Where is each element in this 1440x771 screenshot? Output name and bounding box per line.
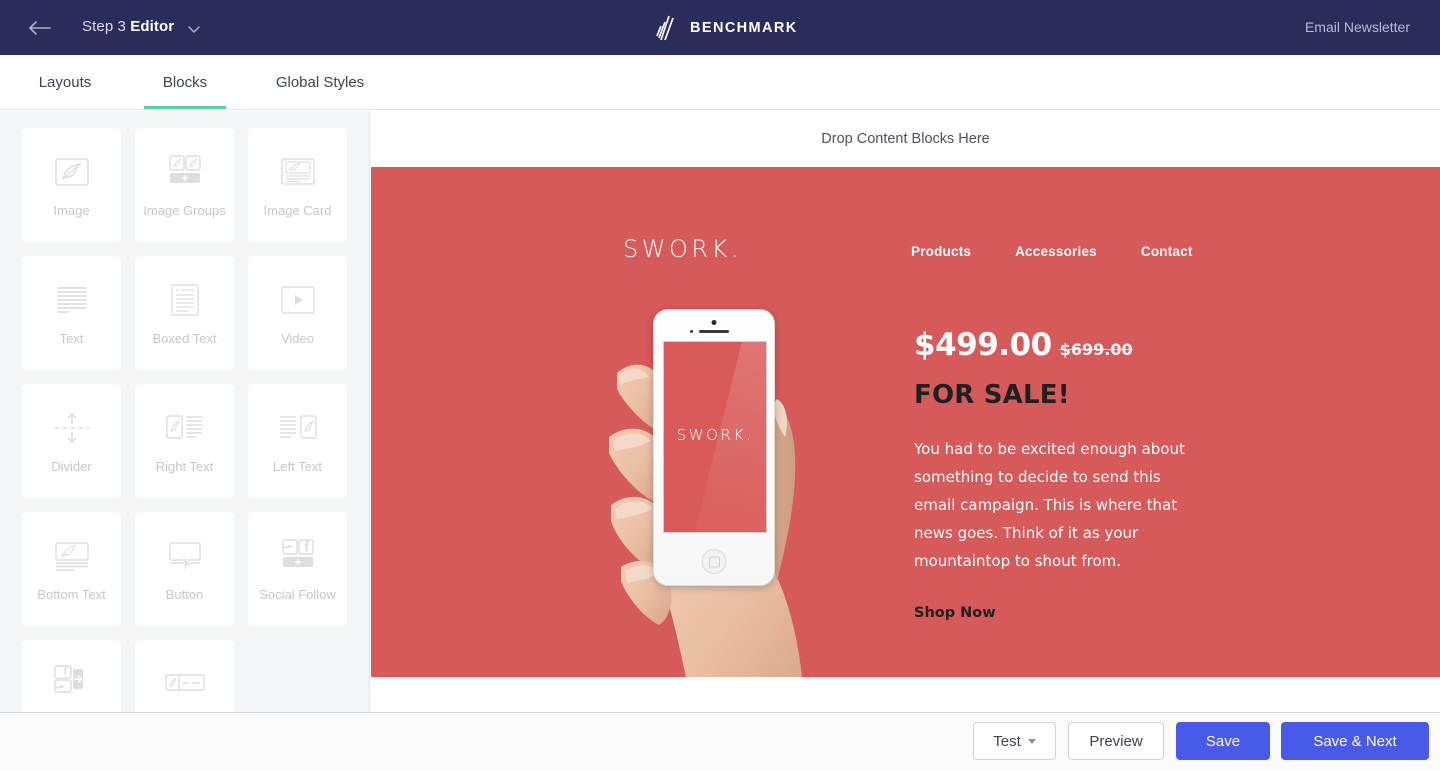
tab-list: Layouts Blocks Global Styles bbox=[0, 55, 400, 109]
test-button[interactable]: Test bbox=[973, 722, 1056, 760]
tab-global-styles-label: Global Styles bbox=[275, 73, 365, 91]
image-card-icon bbox=[273, 149, 323, 194]
save-button[interactable]: Save bbox=[1176, 722, 1270, 760]
tab-global-styles[interactable]: Global Styles bbox=[240, 55, 400, 109]
image-leaf-icon bbox=[47, 149, 97, 194]
email-nav-link-products[interactable]: Products bbox=[911, 244, 971, 259]
email-cta-link[interactable]: Shop Now bbox=[914, 605, 1214, 621]
price-original: $699.00 bbox=[1059, 340, 1133, 359]
block-label: Right Text bbox=[155, 459, 214, 474]
save-and-next-button[interactable]: Save & Next bbox=[1281, 722, 1429, 760]
block-item-left-text[interactable]: Left Text bbox=[248, 384, 347, 498]
email-type-label: Email Newsletter bbox=[1304, 19, 1410, 35]
email-nav-links: Products Accessories Contact bbox=[911, 244, 1193, 259]
block-label: Bottom Text bbox=[37, 587, 106, 602]
benchmark-logo-icon bbox=[655, 14, 681, 42]
block-label: Text bbox=[59, 331, 84, 346]
navigation-icon bbox=[160, 661, 210, 706]
email-headline: FOR SALE! bbox=[914, 380, 1070, 410]
block-label: Video bbox=[280, 331, 314, 346]
block-label: Boxed Text bbox=[152, 331, 217, 346]
email-body-text: You had to be excited enough about somet… bbox=[914, 440, 1185, 570]
blocks-sidebar[interactable]: Image Image Groups Image Card Text Boxed… bbox=[0, 111, 370, 712]
brand-name: BENCHMARK bbox=[690, 20, 798, 36]
save-and-next-button-label: Save & Next bbox=[1313, 732, 1397, 750]
social-share-icon bbox=[47, 661, 97, 706]
save-button-label: Save bbox=[1205, 732, 1241, 750]
block-label: Divider bbox=[51, 459, 92, 474]
email-nav-link-accessories[interactable]: Accessories bbox=[1015, 244, 1097, 259]
phone-sensor-icon bbox=[690, 330, 693, 333]
step-title: Step 3 Editor bbox=[82, 18, 174, 35]
block-item-navigation[interactable]: Navigation bbox=[135, 640, 234, 712]
email-logo: SWORK. bbox=[623, 235, 742, 263]
tab-layouts[interactable]: Layouts bbox=[0, 55, 130, 109]
price-row: $499.00 $699.00 bbox=[914, 327, 1214, 363]
social-follow-icon bbox=[273, 533, 323, 578]
email-nav-link-contact[interactable]: Contact bbox=[1141, 244, 1193, 259]
preview-button[interactable]: Preview bbox=[1068, 722, 1164, 760]
right-text-icon bbox=[160, 405, 210, 450]
email-canvas[interactable]: Drop Content Blocks Here SWORK. Products… bbox=[371, 111, 1440, 712]
top-header-bar: Step 3 Editor BENCHMARK Email Newsletter bbox=[0, 0, 1440, 55]
block-item-social-follow[interactable]: Social Follow bbox=[248, 512, 347, 626]
email-copy-column: $499.00 $699.00 FOR SALE! You had to be … bbox=[914, 327, 1214, 621]
preview-button-label: Preview bbox=[1089, 732, 1143, 750]
chevron-down-icon[interactable] bbox=[186, 21, 202, 37]
phone-home-button bbox=[701, 549, 727, 574]
button-cursor-icon bbox=[160, 533, 210, 578]
block-item-bottom-text[interactable]: Bottom Text bbox=[22, 512, 121, 626]
block-item-video[interactable]: Video bbox=[248, 256, 347, 370]
block-label: Image Groups bbox=[143, 203, 226, 218]
phone-screen: SWORK. bbox=[663, 341, 767, 533]
block-item-image[interactable]: Image bbox=[22, 128, 121, 242]
text-lines-icon bbox=[47, 277, 97, 322]
tab-blocks[interactable]: Blocks bbox=[130, 55, 240, 109]
editor-tab-bar: Layouts Blocks Global Styles Text Versio… bbox=[0, 55, 1440, 151]
block-item-text[interactable]: Text bbox=[22, 256, 121, 370]
email-hero-block[interactable]: SWORK. Products Accessories Contact SWOR… bbox=[371, 167, 1440, 677]
block-label: Button bbox=[165, 587, 204, 602]
image-groups-icon bbox=[160, 149, 210, 194]
editor-app: Step 3 Editor BENCHMARK Email Newsletter bbox=[0, 0, 1440, 771]
divider-arrows-icon bbox=[47, 405, 97, 450]
test-button-label: Test bbox=[993, 732, 1021, 750]
block-label: Social Follow bbox=[259, 587, 336, 602]
phone-device: SWORK. bbox=[653, 309, 775, 586]
block-item-social-share[interactable]: Social Share bbox=[22, 640, 121, 712]
block-item-right-text[interactable]: Right Text bbox=[135, 384, 234, 498]
back-arrow-icon[interactable] bbox=[28, 16, 52, 40]
phone-screen-logo: SWORK. bbox=[676, 426, 754, 444]
block-label: Left Text bbox=[273, 459, 322, 474]
step-name: Editor bbox=[130, 18, 175, 35]
tab-blocks-label: Blocks bbox=[162, 73, 208, 91]
drop-content-hint: Drop Content Blocks Here bbox=[821, 131, 990, 147]
email-footer-spacer bbox=[371, 677, 1440, 712]
brand-logo: BENCHMARK bbox=[655, 14, 798, 42]
bottom-text-icon bbox=[47, 533, 97, 578]
block-palette-grid: Image Image Groups Image Card Text Boxed… bbox=[22, 128, 352, 712]
block-label: Image Card bbox=[263, 203, 332, 218]
left-text-icon bbox=[273, 405, 323, 450]
block-label: Image bbox=[53, 203, 90, 218]
block-item-button[interactable]: Button bbox=[135, 512, 234, 626]
caret-down-icon bbox=[1027, 738, 1036, 744]
block-item-image-groups[interactable]: Image Groups bbox=[135, 128, 234, 242]
phone-speaker-icon bbox=[699, 330, 729, 333]
phone-camera-icon bbox=[711, 320, 717, 325]
block-item-image-card[interactable]: Image Card bbox=[248, 128, 347, 242]
block-item-boxed-text[interactable]: Boxed Text bbox=[135, 256, 234, 370]
video-play-icon bbox=[273, 277, 323, 322]
hand-holding-phone-image: SWORK. bbox=[581, 297, 881, 677]
boxed-text-icon bbox=[160, 277, 210, 322]
block-item-divider[interactable]: Divider bbox=[22, 384, 121, 498]
step-prefix: Step 3 bbox=[82, 18, 126, 35]
price-current: $499.00 bbox=[914, 327, 1052, 363]
tab-layouts-label: Layouts bbox=[38, 73, 92, 91]
